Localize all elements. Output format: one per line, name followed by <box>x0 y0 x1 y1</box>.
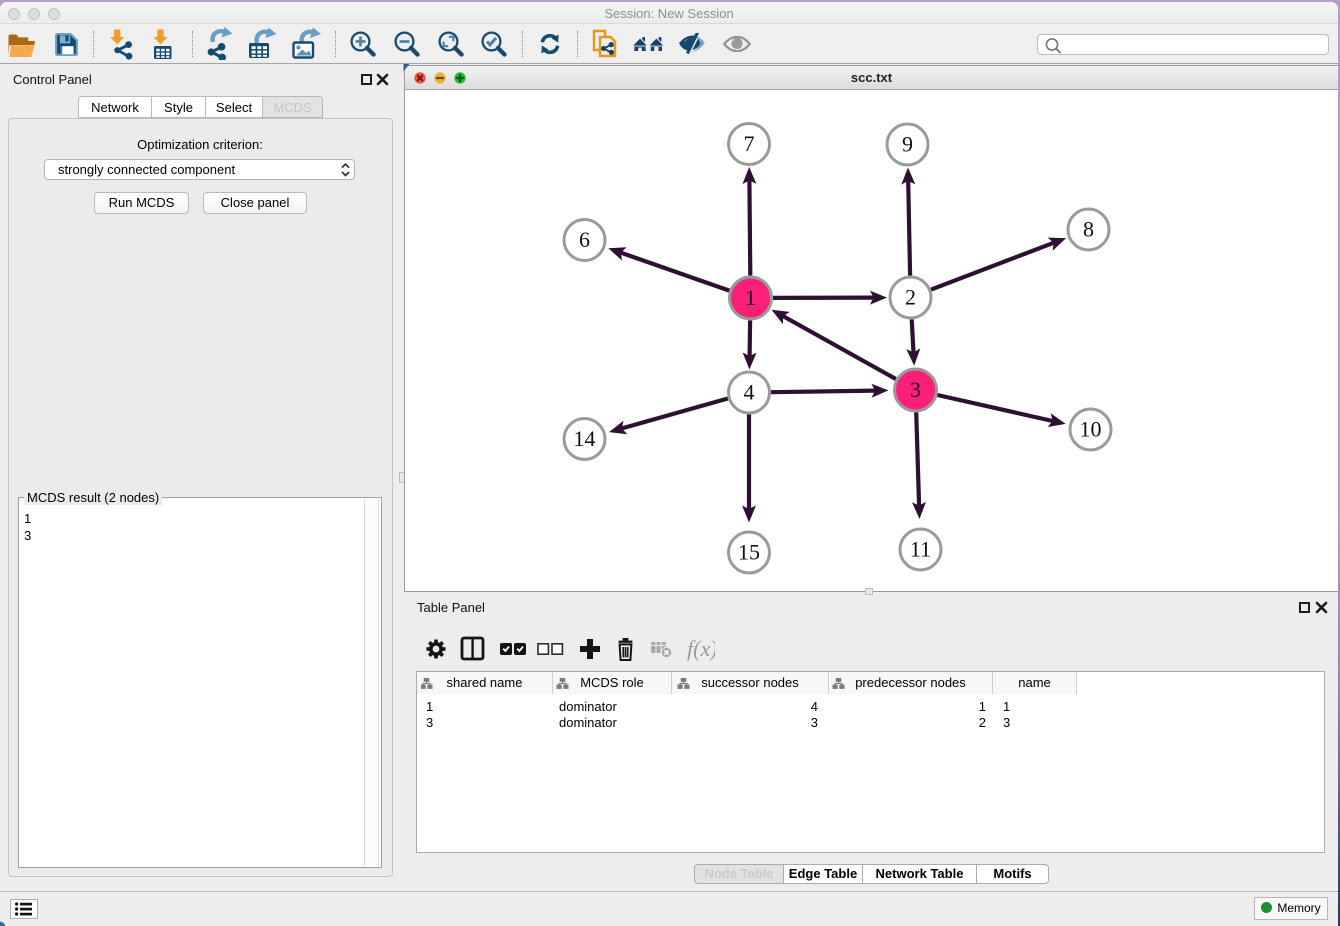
svg-text:f(x): f(x) <box>687 636 715 661</box>
svg-text:2: 2 <box>905 285 916 310</box>
svg-text:6: 6 <box>579 227 590 252</box>
svg-text:4: 4 <box>744 380 755 405</box>
svg-text:10: 10 <box>1080 417 1102 442</box>
svg-text:11: 11 <box>910 537 931 562</box>
svg-text:8: 8 <box>1083 217 1094 242</box>
svg-text:1: 1 <box>745 285 756 310</box>
svg-text:15: 15 <box>738 540 760 565</box>
svg-text:14: 14 <box>574 426 596 451</box>
svg-text:7: 7 <box>744 131 755 156</box>
svg-text:3: 3 <box>910 377 921 402</box>
svg-text:9: 9 <box>902 132 913 157</box>
